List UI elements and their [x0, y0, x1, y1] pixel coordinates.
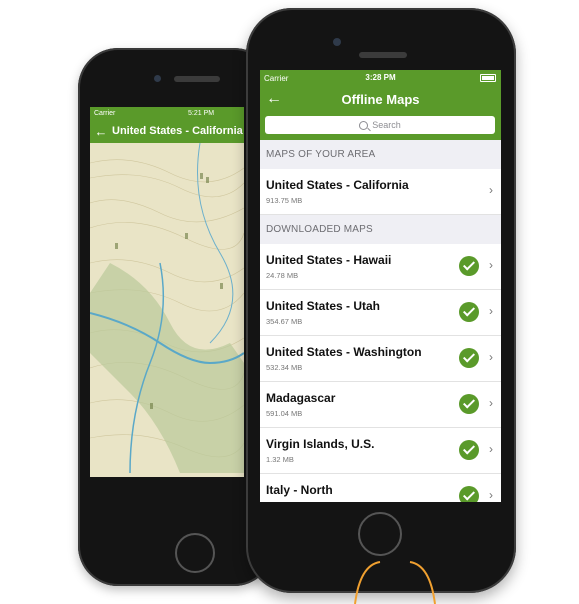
map-name: Italy - North [266, 483, 333, 497]
search-input[interactable]: Search [265, 116, 495, 134]
home-button[interactable] [358, 512, 402, 556]
search-placeholder: Search [372, 120, 401, 130]
home-button[interactable] [175, 533, 215, 573]
map-size: 913.75 MB [266, 196, 303, 205]
map-size: 354.67 MB [266, 317, 303, 326]
list-item[interactable]: United States - Hawaii 24.78 MB › [260, 244, 501, 290]
back-arrow-icon[interactable]: ← [90, 124, 112, 139]
back-nav-bar: ← United States - California [90, 119, 244, 143]
charging-cable [354, 561, 436, 604]
chevron-right-icon: › [489, 396, 493, 410]
map-name: Virgin Islands, U.S. [266, 437, 375, 451]
speaker-grille [174, 76, 220, 82]
checkmark-icon [459, 348, 479, 368]
checkmark-icon [459, 440, 479, 460]
map-title: United States - California [112, 125, 243, 137]
page-title: Offline Maps [341, 92, 420, 107]
search-icon [359, 120, 369, 130]
map-name: United States - Hawaii [266, 253, 392, 267]
map-size: 591.04 MB [266, 409, 303, 418]
map-name: United States - California [266, 178, 409, 192]
list-item[interactable]: United States - Utah 354.67 MB › [260, 290, 501, 336]
carrier-label: Carrier [94, 109, 116, 117]
chevron-right-icon: › [489, 350, 493, 364]
list-item[interactable]: United States - California 913.75 MB › [260, 169, 501, 215]
offline-maps-screen: Carrier 3:28 PM ← Offline Maps Search MA… [260, 70, 501, 502]
list-item[interactable]: United States - Washington 532.34 MB › [260, 336, 501, 382]
speaker-grille [359, 52, 407, 58]
back-status-bar: Carrier 5:21 PM [90, 107, 244, 119]
list-item[interactable]: Virgin Islands, U.S. 1.32 MB › [260, 428, 501, 474]
section-header-area: MAPS OF YOUR AREA [260, 140, 501, 169]
chevron-right-icon: › [489, 258, 493, 272]
chevron-right-icon: › [489, 304, 493, 318]
status-time: 3:28 PM [365, 73, 396, 82]
camera-icon [333, 38, 341, 46]
back-phone-screen: Carrier 5:21 PM ← United States - Califo… [90, 107, 244, 477]
list-item[interactable]: Madagascar 591.04 MB › [260, 382, 501, 428]
battery-icon [480, 74, 496, 82]
topographic-map[interactable] [90, 143, 244, 477]
section-header-downloaded: DOWNLOADED MAPS [260, 215, 501, 244]
checkmark-icon [459, 486, 479, 502]
checkmark-icon [459, 394, 479, 414]
list-item[interactable]: Italy - North › [260, 474, 501, 502]
checkmark-icon [459, 302, 479, 322]
map-name: United States - Utah [266, 299, 381, 313]
chevron-right-icon: › [489, 183, 493, 197]
map-size: 532.34 MB [266, 363, 303, 372]
map-size: 1.32 MB [266, 455, 294, 464]
map-size: 24.78 MB [266, 271, 299, 280]
nav-bar: ← Offline Maps [260, 86, 501, 114]
chevron-right-icon: › [489, 488, 493, 502]
map-name: United States - Washington [266, 345, 422, 359]
map-name: Madagascar [266, 391, 336, 405]
checkmark-icon [459, 256, 479, 276]
chevron-right-icon: › [489, 442, 493, 456]
camera-icon [154, 75, 161, 82]
status-bar: Carrier 3:28 PM [260, 70, 501, 86]
status-time: 5:21 PM [188, 109, 215, 117]
search-bar-container: Search [260, 114, 501, 140]
